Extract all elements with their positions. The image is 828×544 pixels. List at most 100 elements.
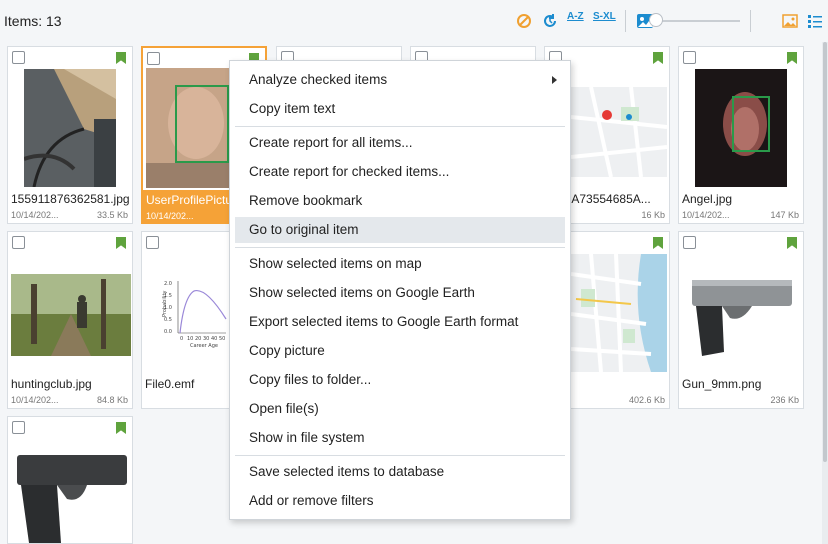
- file-size: 236 Kb: [770, 395, 799, 405]
- menu-item-go-to-original[interactable]: Go to original item: [235, 217, 565, 243]
- context-menu: Analyze checked items Copy item text Cre…: [229, 60, 571, 520]
- thumbnail-image: [24, 69, 116, 187]
- file-name: 155911876362581.jpg: [11, 192, 129, 206]
- menu-item-open-files[interactable]: Open file(s): [235, 396, 565, 422]
- xtick-label: 40: [211, 336, 217, 342]
- menu-item-label: Go to original item: [249, 222, 359, 237]
- bookmark-icon: [116, 422, 126, 434]
- menu-item-label: Export selected items to Google Earth fo…: [249, 314, 519, 329]
- refresh-icon[interactable]: [541, 12, 559, 30]
- xtick-label: 0: [180, 336, 183, 342]
- submenu-arrow-icon: [552, 76, 557, 84]
- thumbnail-image: [11, 439, 131, 543]
- bookmark-icon: [116, 52, 126, 64]
- menu-item-label: Copy item text: [249, 101, 336, 116]
- xaxis-label: Career Age: [190, 343, 218, 349]
- menu-item-label: Show selected items on Google Earth: [249, 285, 475, 300]
- gallery-tile[interactable]: [7, 416, 133, 544]
- bookmark-icon: [787, 52, 797, 64]
- menu-item-label: Create report for checked items...: [249, 164, 450, 179]
- menu-item-show-on-google-earth[interactable]: Show selected items on Google Earth: [235, 280, 565, 306]
- menu-item-remove-bookmark[interactable]: Remove bookmark: [235, 188, 565, 214]
- toolbar: Items: 13 A-Z S-XL: [0, 0, 828, 42]
- file-size: 147 Kb: [770, 210, 799, 220]
- yaxis-label: Probability: [162, 291, 168, 317]
- menu-separator: [235, 455, 565, 456]
- menu-item-label: Copy picture: [249, 343, 325, 358]
- bookmark-icon: [653, 52, 663, 64]
- gallery-tile[interactable]: Angel.jpg 10/14/202... 147 Kb: [678, 46, 804, 224]
- menu-item-label: Create report for all items...: [249, 135, 413, 150]
- menu-item-label: Add or remove filters: [249, 493, 374, 508]
- menu-item-label: Analyze checked items: [249, 72, 388, 87]
- ytick-label: 0.0: [164, 329, 172, 335]
- file-size: 84.8 Kb: [96, 395, 128, 405]
- clear-filter-icon[interactable]: [515, 12, 533, 30]
- tile-checkbox[interactable]: [12, 51, 25, 64]
- menu-item-copy-picture[interactable]: Copy picture: [235, 338, 565, 364]
- gallery-tile[interactable]: Gun_9mm.png 236 Kb: [678, 231, 804, 409]
- thumbnail-image: [682, 272, 802, 358]
- menu-item-label: Show selected items on map: [249, 256, 422, 271]
- tile-checkbox[interactable]: [683, 51, 696, 64]
- map-thumbnail: [571, 87, 667, 177]
- file-date: 10/14/202...: [11, 395, 59, 405]
- gallery-tile[interactable]: 155911876362581.jpg 10/14/202... 33.5 Kb: [7, 46, 133, 224]
- file-name: Gun_9mm.png: [682, 377, 762, 391]
- gallery-tile[interactable]: huntingclub.jpg 10/14/202... 84.8 Kb: [7, 231, 133, 409]
- xtick-label: 30: [203, 336, 209, 342]
- menu-item-export-google-earth[interactable]: Export selected items to Google Earth fo…: [235, 309, 565, 335]
- gallery-view-icon[interactable]: [781, 12, 799, 30]
- menu-item-label: Copy files to folder...: [249, 372, 372, 387]
- thumbnail-image: [146, 68, 230, 188]
- bookmark-icon: [787, 237, 797, 249]
- slider-handle[interactable]: [649, 13, 663, 27]
- menu-item-label: Open file(s): [249, 401, 319, 416]
- menu-item-show-in-file-system[interactable]: Show in file system: [235, 425, 565, 451]
- xtick-label: 50: [219, 336, 225, 342]
- tile-checkbox[interactable]: [146, 236, 159, 249]
- menu-item-copy-files-to-folder[interactable]: Copy files to folder...: [235, 367, 565, 393]
- menu-item-label: Show in file system: [249, 430, 365, 445]
- bookmark-icon: [653, 237, 663, 249]
- file-size: 16 Kb: [641, 210, 665, 220]
- xtick-label: 10: [187, 336, 193, 342]
- scrollbar-thumb[interactable]: [823, 42, 827, 462]
- menu-item-create-report-all[interactable]: Create report for all items...: [235, 130, 565, 156]
- items-count: Items: 13: [4, 13, 62, 29]
- file-date: 10/14/202...: [146, 211, 194, 221]
- menu-item-show-on-map[interactable]: Show selected items on map: [235, 251, 565, 277]
- tile-checkbox[interactable]: [12, 421, 25, 434]
- toolbar-divider: [750, 10, 751, 32]
- menu-item-analyze-checked[interactable]: Analyze checked items: [235, 67, 565, 93]
- tile-checkbox[interactable]: [147, 52, 160, 65]
- tile-checkbox[interactable]: [683, 236, 696, 249]
- menu-item-add-remove-filters[interactable]: Add or remove filters: [235, 488, 565, 514]
- menu-item-label: Save selected items to database: [249, 464, 445, 479]
- xtick-label: 20: [195, 336, 201, 342]
- file-size: 402.6 Kb: [628, 395, 665, 405]
- menu-item-create-report-checked[interactable]: Create report for checked items...: [235, 159, 565, 185]
- thumbnail-image: [11, 274, 131, 356]
- menu-item-label: Remove bookmark: [249, 193, 363, 208]
- file-name: Angel.jpg: [682, 192, 733, 206]
- menu-separator: [235, 126, 565, 127]
- file-name: huntingclub.jpg: [11, 377, 92, 391]
- sort-az-button[interactable]: A-Z: [567, 11, 584, 22]
- list-view-icon[interactable]: [806, 12, 824, 30]
- tile-checkbox[interactable]: [12, 236, 25, 249]
- menu-item-save-to-database[interactable]: Save selected items to database: [235, 459, 565, 485]
- file-size: 33.5 Kb: [96, 210, 128, 220]
- chart-thumbnail: 2.0 1.5 1.0 0.5 0.0 0 10 20 30 40 50 Car…: [162, 277, 230, 349]
- thumbnail-size-slider[interactable]: [660, 20, 740, 22]
- file-date: 10/14/202...: [11, 210, 59, 220]
- sort-size-button[interactable]: S-XL: [593, 11, 616, 22]
- menu-item-copy-item-text[interactable]: Copy item text: [235, 96, 565, 122]
- toolbar-divider: [625, 10, 626, 32]
- map-thumbnail: [571, 254, 667, 372]
- ytick-label: 2.0: [164, 281, 172, 287]
- bookmark-icon: [116, 237, 126, 249]
- menu-separator: [235, 247, 565, 248]
- thumbnail-image: [695, 69, 787, 187]
- file-date: 10/14/202...: [682, 210, 730, 220]
